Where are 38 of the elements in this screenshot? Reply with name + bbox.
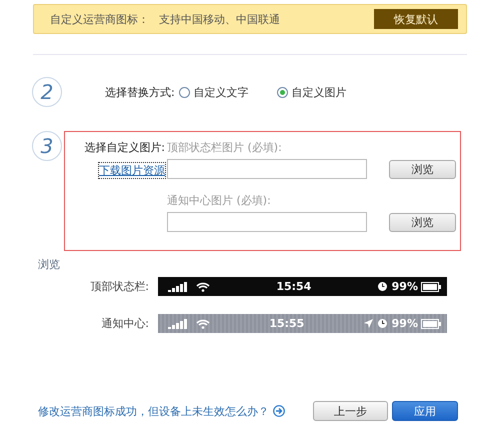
back-button[interactable]: 上一步 xyxy=(313,401,388,421)
radio-option[interactable]: 自定义图片 xyxy=(276,84,347,100)
clock-icon xyxy=(378,282,387,291)
battery-icon xyxy=(421,318,441,328)
status-time: 15:54 xyxy=(275,280,312,293)
clock-icon xyxy=(378,319,387,328)
signal-icon xyxy=(168,282,188,292)
field-label: 顶部状态栏图片 (必填): xyxy=(167,140,283,155)
notice-label: 自定义运营商图标： xyxy=(50,12,149,26)
battery-icon xyxy=(421,282,441,292)
notice-text: 支持中国移动、中国联通 xyxy=(159,12,280,26)
restore-default-button[interactable]: 恢复默认 xyxy=(374,9,458,29)
image-label: 选择自定义图片: xyxy=(84,140,165,155)
radio-option[interactable]: 自定义文字 xyxy=(178,84,249,100)
browse-button[interactable]: 浏览 xyxy=(389,212,456,232)
step-number: 2 xyxy=(32,77,62,107)
preview-title: 浏览 xyxy=(38,257,61,272)
status-time: 15:55 xyxy=(268,317,306,330)
preview-label: 通知中心: xyxy=(100,316,150,331)
browse-button[interactable]: 浏览 xyxy=(389,160,456,178)
file-path-field[interactable] xyxy=(167,159,367,179)
help-link[interactable]: 修改运营商图标成功，但设备上未生效怎么办？ xyxy=(38,404,269,418)
preview-label: 顶部状态栏: xyxy=(89,279,150,294)
wifi-icon xyxy=(196,318,210,328)
arrow-circle-icon[interactable] xyxy=(273,405,285,417)
apply-button[interactable]: 应用 xyxy=(392,401,458,421)
radio-icon[interactable] xyxy=(178,86,190,98)
mode-label: 选择替换方式: xyxy=(105,84,175,100)
signal-icon xyxy=(168,318,188,328)
battery-percent: 99% xyxy=(392,280,418,293)
step-number: 3 xyxy=(32,131,62,161)
radio-icon[interactable] xyxy=(276,86,288,98)
wifi-icon xyxy=(196,282,210,292)
location-arrow-icon xyxy=(364,319,373,328)
battery-percent: 99% xyxy=(392,317,418,330)
download-link[interactable]: 下载图片资源 xyxy=(99,163,165,178)
field-label: 通知中心图片 (必填): xyxy=(167,193,272,208)
file-path-field[interactable] xyxy=(167,212,367,232)
